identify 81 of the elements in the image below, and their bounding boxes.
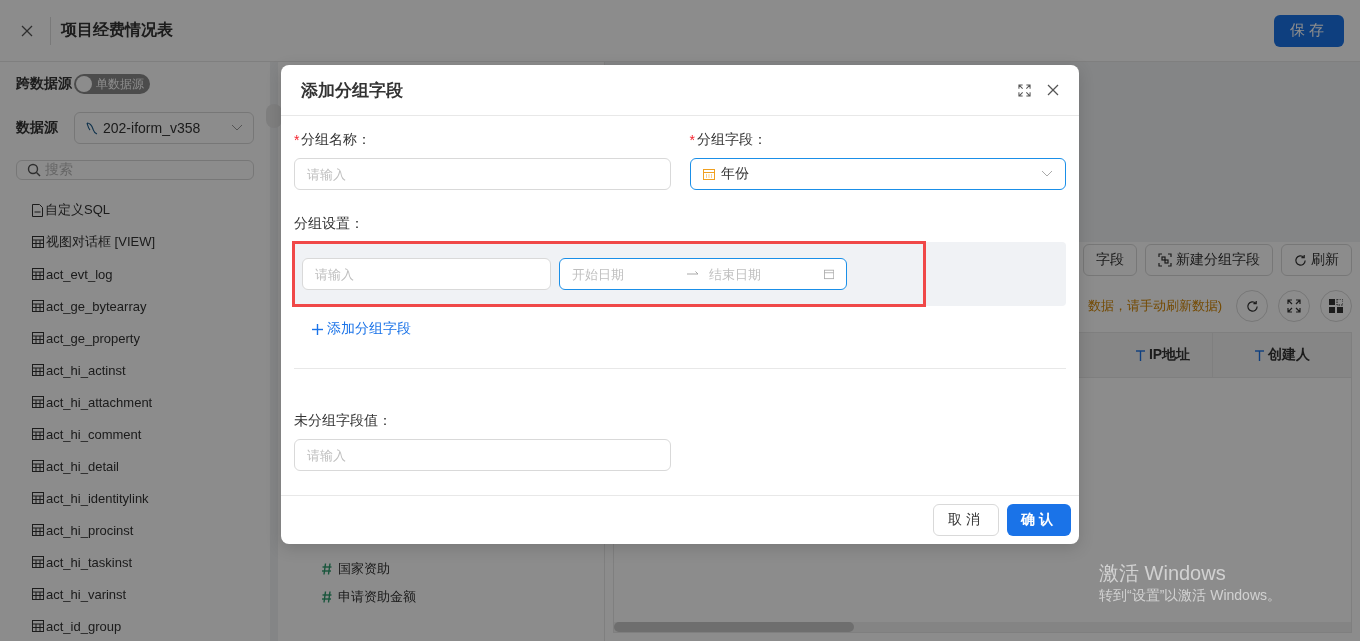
layout-button[interactable] bbox=[1320, 290, 1352, 322]
close-icon[interactable] bbox=[20, 23, 34, 38]
table-list-item[interactable]: act_hi_varinst bbox=[16, 578, 254, 610]
table-list-item[interactable]: act_hi_procinst bbox=[16, 514, 254, 546]
grid-icon bbox=[1329, 299, 1343, 313]
ungrouped-input[interactable]: 请输入 bbox=[294, 439, 671, 471]
table-icon bbox=[32, 492, 44, 504]
column-header: IP地址 bbox=[1114, 333, 1212, 377]
fullscreen-button[interactable] bbox=[1278, 290, 1310, 322]
refresh-notice: 数据，请手动刷新数据) bbox=[1087, 297, 1222, 315]
text-type-icon bbox=[1254, 349, 1264, 361]
date-range-picker[interactable]: 开始日期 结束日期 bbox=[559, 258, 847, 290]
table-list-item[interactable]: act_ge_property bbox=[16, 322, 254, 354]
calendar-icon bbox=[702, 168, 715, 180]
table-icon bbox=[32, 300, 44, 312]
confirm-button[interactable]: 确认 bbox=[1007, 504, 1071, 536]
scrollbar-thumb[interactable] bbox=[614, 622, 854, 632]
table-list-item[interactable]: act_ge_bytearray bbox=[16, 290, 254, 322]
file-icon bbox=[32, 203, 43, 217]
table-list-item[interactable]: act_hi_comment bbox=[16, 418, 254, 450]
add-group-field-link[interactable]: 添加分组字段 bbox=[312, 320, 411, 338]
database-icon bbox=[85, 121, 99, 135]
table-icon bbox=[32, 460, 44, 472]
table-icon bbox=[32, 556, 44, 568]
hash-icon bbox=[322, 591, 332, 603]
group-field-select[interactable]: 年份 bbox=[689, 158, 1066, 190]
cancel-button[interactable]: 取消 bbox=[933, 504, 999, 536]
table-icon bbox=[32, 268, 44, 280]
table-icon bbox=[32, 364, 44, 376]
table-icon bbox=[32, 428, 44, 440]
hash-icon bbox=[322, 563, 332, 575]
table-list-item[interactable]: act_hi_detail bbox=[16, 450, 254, 482]
chevron-down-icon bbox=[231, 124, 243, 132]
table-icon bbox=[32, 524, 44, 536]
group-field-label: *分组字段： bbox=[689, 130, 768, 150]
refresh-icon bbox=[1245, 299, 1259, 313]
plus-icon bbox=[312, 323, 323, 335]
dialog-title: 添加分组字段 bbox=[301, 79, 404, 102]
calendar-icon bbox=[823, 268, 834, 280]
group-settings-label: 分组设置： bbox=[294, 214, 365, 233]
table-icon bbox=[32, 396, 44, 408]
toolbar-button[interactable]: 新建分组字段 bbox=[1145, 244, 1273, 276]
activation-subtitle: 转到“设置”以激活 Windows。 bbox=[1099, 587, 1281, 605]
table-list-item[interactable]: 自定义SQL bbox=[16, 194, 254, 226]
ungrouped-label: 未分组字段值： bbox=[294, 411, 393, 430]
collapse-handle[interactable] bbox=[266, 104, 282, 128]
table-list-item[interactable]: act_hi_taskinst bbox=[16, 546, 254, 578]
refresh-button[interactable] bbox=[1236, 290, 1268, 322]
save-button[interactable]: 保存 bbox=[1274, 14, 1344, 47]
search-icon bbox=[27, 163, 41, 177]
datasource-label: 数据源 bbox=[16, 119, 58, 137]
field-name[interactable]: 申请资助金额 bbox=[338, 588, 416, 606]
toolbar-button[interactable]: 字段 bbox=[1083, 244, 1137, 276]
table-list-item[interactable]: act_hi_actinst bbox=[16, 354, 254, 386]
column-header: 创建人 bbox=[1212, 333, 1351, 377]
table-list-item[interactable]: 视图对话框 [VIEW] bbox=[16, 226, 254, 258]
table-list-item[interactable]: act_hi_identitylink bbox=[16, 482, 254, 514]
group-value-input[interactable]: 请输入 bbox=[302, 258, 551, 290]
toolbar-button[interactable]: 刷新 bbox=[1281, 244, 1352, 276]
cross-source-label: 跨数据源 bbox=[16, 75, 72, 93]
table-list-item[interactable]: act_hi_attachment bbox=[16, 386, 254, 418]
table-icon bbox=[32, 588, 44, 600]
refresh-icon bbox=[1294, 253, 1307, 267]
close-icon[interactable] bbox=[1047, 84, 1059, 96]
page-title: 项目经费情况表 bbox=[61, 20, 174, 40]
field-name[interactable]: 国家资助 bbox=[338, 560, 390, 578]
datasource-select[interactable]: 202-iform_v358 bbox=[74, 112, 254, 144]
fullscreen-icon[interactable] bbox=[1018, 83, 1031, 97]
text-type-icon bbox=[1135, 349, 1145, 361]
chevron-down-icon bbox=[1041, 170, 1053, 178]
table-icon bbox=[32, 332, 44, 344]
group-name-input[interactable]: 请输入 bbox=[294, 158, 671, 190]
group-icon bbox=[1158, 253, 1172, 267]
table-icon bbox=[32, 236, 44, 248]
table-list-item[interactable]: act_evt_log bbox=[16, 258, 254, 290]
group-name-label: *分组名称： bbox=[294, 130, 373, 150]
expand-icon bbox=[1287, 299, 1301, 313]
activation-title: 激活 Windows bbox=[1099, 561, 1227, 586]
arrow-right-icon bbox=[687, 270, 699, 278]
table-icon bbox=[32, 620, 44, 632]
table-list-item[interactable]: act_id_group bbox=[16, 610, 254, 641]
